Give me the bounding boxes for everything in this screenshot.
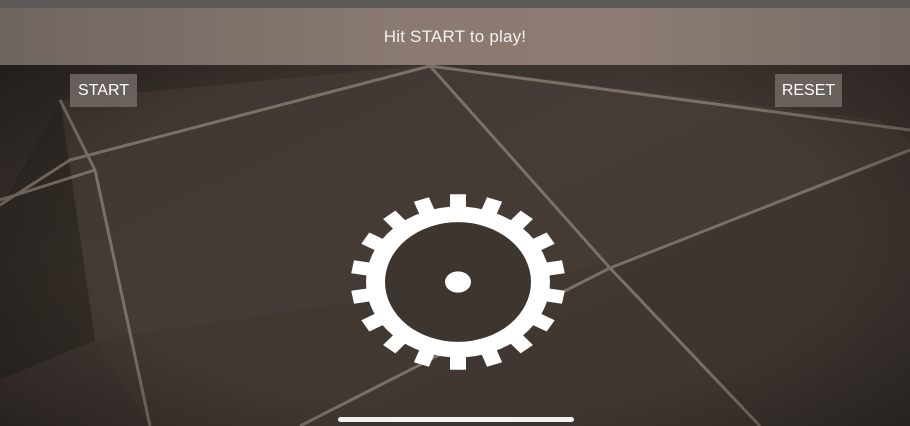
gear-icon — [351, 194, 565, 370]
reset-button[interactable]: RESET — [775, 74, 842, 107]
home-indicator — [338, 417, 574, 422]
status-strip — [0, 0, 910, 8]
start-button[interactable]: START — [70, 74, 137, 107]
ar-game-screen: Hit START to play! START RESET — [0, 0, 910, 426]
banner-message: Hit START to play! — [383, 26, 527, 46]
instruction-banner: Hit START to play! — [0, 8, 910, 65]
